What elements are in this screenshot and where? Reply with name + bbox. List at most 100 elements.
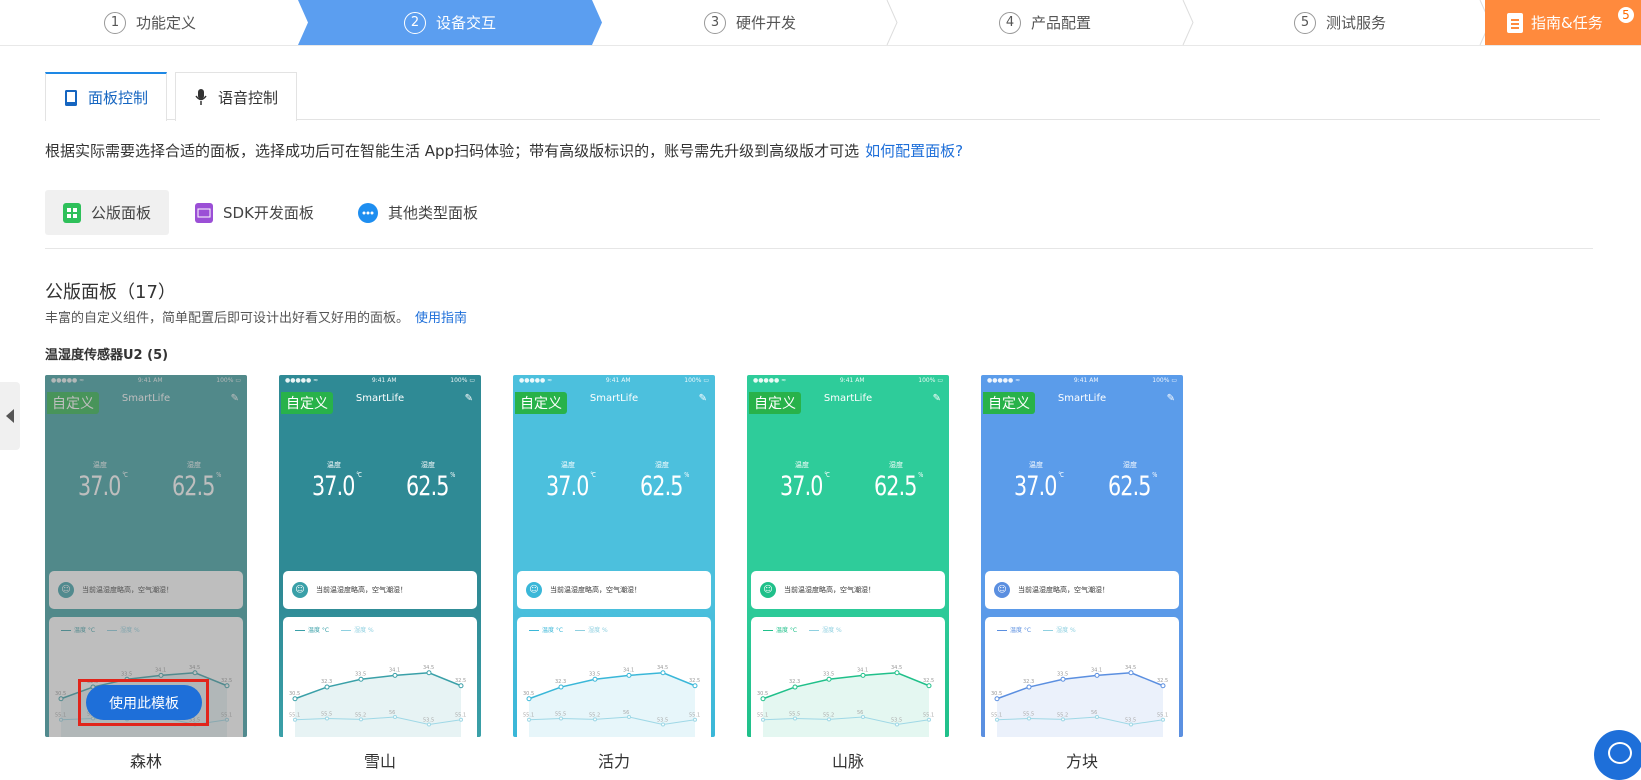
hum-number: 62.5 [1108, 471, 1151, 502]
usage-guide-link[interactable]: 使用指南 [415, 311, 467, 326]
temp-data-label: 34.5 [1125, 665, 1136, 671]
hum-label: 湿度 [1123, 461, 1137, 469]
temp-point [792, 684, 798, 690]
temp-label: 温度 [327, 461, 341, 469]
temp-data-label: 33.5 [1057, 671, 1068, 677]
subtitle-text: 丰富的自定义组件，简单配置后即可设计出好看又好用的面板。 [45, 311, 410, 326]
panel-type-public[interactable]: 公版面板 [45, 190, 170, 235]
history-chart: 温度 °C 湿度 % 30.5 32.3 33.5 34.1 34.5 32.5 55.1 55.… [283, 617, 477, 737]
hum-unit: % [1152, 471, 1157, 479]
legend-temp: 温度 °C [997, 625, 1031, 634]
temp-area [997, 672, 1163, 737]
legend-temp: 温度 °C [529, 625, 563, 634]
face-icon: ☺ [994, 582, 1010, 598]
temp-value: 37.0 °C [780, 471, 830, 502]
temp-unit: °C [356, 471, 362, 479]
chart-legend: 温度 °C 湿度 % [295, 625, 374, 634]
section-title: 公版面板（17） [45, 282, 176, 303]
step-3[interactable]: 3 硬件开发 [605, 0, 895, 45]
section-subtitle: 丰富的自定义组件，简单配置后即可设计出好看又好用的面板。 使用指南 [45, 307, 467, 326]
temp-point [860, 672, 866, 678]
temp-point [1160, 683, 1166, 689]
divider [45, 248, 1593, 249]
hum-label: 湿度 [889, 461, 903, 469]
hum-data-label: 53.5 [423, 718, 434, 724]
hum-number: 62.5 [874, 471, 917, 502]
hum-label: 湿度 [421, 461, 435, 469]
legend-hum: 湿度 % [809, 625, 842, 634]
temp-number: 37.0 [780, 471, 823, 502]
guide-tasks-button[interactable]: 指南&任务 5 [1485, 0, 1641, 45]
hum-data-label: 55.1 [455, 713, 466, 719]
panel-type-sdk[interactable]: SDK开发面板 [177, 190, 332, 235]
face-icon: ☺ [292, 582, 308, 598]
tab-voice-control[interactable]: 语音控制 [175, 72, 298, 121]
hum-data-label: 55.1 [923, 713, 934, 719]
temp-data-label: 32.3 [1023, 679, 1034, 685]
step-label: 硬件开发 [735, 14, 796, 32]
panel-type-selector: 公版面板 SDK开发面板 其他类型面板 [45, 190, 504, 236]
temp-data-label: 32.5 [455, 678, 466, 684]
panel-type-label: 其他类型面板 [387, 204, 478, 222]
customer-service-icon[interactable] [1594, 730, 1641, 780]
status-time: 9:41 AM [371, 377, 397, 384]
temp-point [1094, 672, 1100, 678]
temp-point [926, 683, 932, 689]
step-label: 设备交互 [435, 14, 496, 32]
battery-text: 100% ▭ [1152, 377, 1177, 384]
panel-type-label: 公版面板 [91, 204, 152, 222]
tab-panel-control[interactable]: 面板控制 [45, 72, 168, 121]
panel-type-other[interactable]: 其他类型面板 [340, 190, 496, 235]
clipboard-icon [1507, 12, 1523, 33]
app-name: SmartLife [589, 393, 639, 404]
phone-status-bar: ●●●●● ≈ 9:41 AM 100% ▭ [285, 377, 475, 385]
hum-data-label: 55.5 [321, 712, 332, 718]
step-4[interactable]: 4 产品配置 [900, 0, 1190, 45]
temp-number: 37.0 [1014, 471, 1057, 502]
hum-value: 62.5% [640, 471, 689, 502]
signal-text: ●●●●● ≈ [753, 377, 787, 384]
panel-type-label: SDK开发面板 [223, 204, 314, 222]
hum-data-label: 55.5 [789, 712, 800, 718]
status-message: ☺ 当前温湿度略高，空气潮湿！ [985, 571, 1179, 609]
history-chart: 温度 °C 湿度 % 30.5 32.3 33.5 34.1 34.5 32.5 55.1 55.… [517, 617, 711, 737]
hum-data-label: 55.1 [1157, 713, 1168, 719]
template-card[interactable]: ●●●●● ≈9:41 AM 100% ▭ 自定义 SmartLife ✎ 温度 湿度 37.… [513, 375, 715, 737]
hum-number: 62.5 [640, 471, 683, 502]
step-5[interactable]: 5 测试服务 [1195, 0, 1485, 45]
hum-data-label: 53.5 [891, 718, 902, 724]
template-name: 森林 [129, 752, 162, 771]
temp-data-label: 33.5 [823, 671, 834, 677]
hum-number: 62.5 [406, 471, 449, 502]
template-card[interactable]: ●●●●● ≈9:41 AM 100% ▭ 自定义 SmartLife ✎ 温度 湿度 37.… [279, 375, 481, 737]
hum-data-label: 55.2 [589, 712, 600, 718]
template-name: 方块 [1065, 752, 1098, 771]
temp-point [358, 676, 364, 682]
hum-data-label: 53.5 [657, 718, 668, 724]
how-to-configure-link[interactable]: 如何配置面板? [865, 142, 963, 160]
template-card[interactable]: ●●●●● ≈9:41 AM 100% ▭ 自定义 SmartLife ✎ 温度 湿度 37.… [747, 375, 949, 737]
hum-value: 62.5% [1108, 471, 1157, 502]
step-label: 测试服务 [1325, 14, 1386, 32]
template-card[interactable]: ●●●●● ≈9:41 AM 100% ▭ 自定义 SmartLife ✎ 温度 湿度 37.… [981, 375, 1183, 737]
microphone-icon [195, 89, 207, 105]
message-text: 当前温湿度略高，空气潮湿！ [1018, 586, 1109, 594]
temp-number: 37.0 [546, 471, 589, 502]
step-number: 5 [1293, 11, 1316, 34]
template-card[interactable]: ●●●●● ≈9:41 AM 100% ▭ 自定义 SmartLife ✎ 温度 湿度 37.… [45, 375, 247, 737]
collapse-left-arrow-icon[interactable] [0, 382, 20, 450]
temp-area [295, 672, 461, 737]
status-message: ☺ 当前温湿度略高，空气潮湿！ [517, 571, 711, 609]
step-2[interactable]: 2 设备交互 [305, 0, 595, 45]
phone-status-bar: ●●●●● ≈ 9:41 AM 100% ▭ [753, 377, 943, 385]
hum-data-label: 55.1 [289, 713, 300, 719]
legend-temp: 温度 °C [295, 625, 329, 634]
temp-unit: °C [1058, 471, 1064, 479]
step-label: 产品配置 [1030, 14, 1091, 32]
temp-point [826, 676, 832, 682]
step-1[interactable]: 1 功能定义 [0, 0, 300, 45]
history-chart: 温度 °C 湿度 % 30.5 32.3 33.5 34.1 34.5 32.5 55.1 55.… [751, 617, 945, 737]
legend-hum: 湿度 % [575, 625, 608, 634]
hum-data-label: 55.5 [555, 712, 566, 718]
temp-data-label: 34.5 [423, 665, 434, 671]
